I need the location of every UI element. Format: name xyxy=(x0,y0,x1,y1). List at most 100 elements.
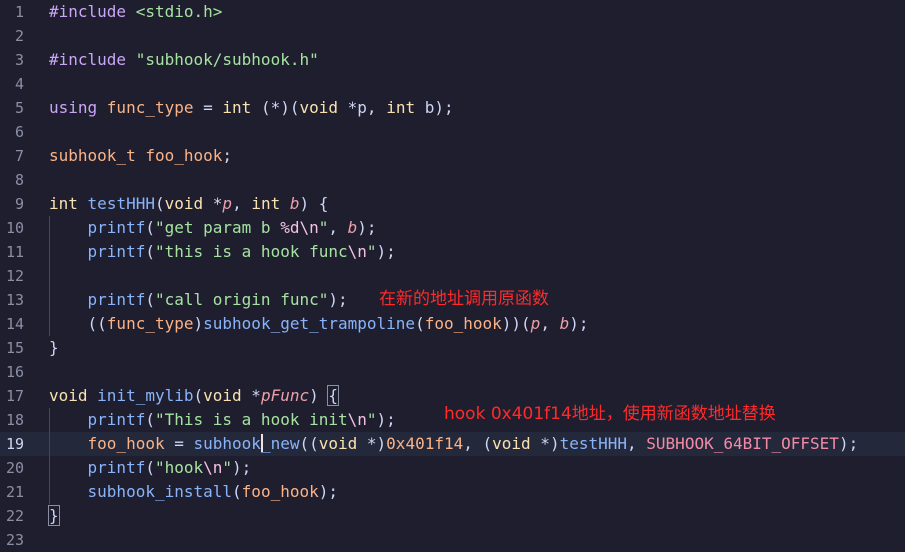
line-code: ((func_type)subhook_get_trampoline(foo_h… xyxy=(49,312,589,336)
code-token: 0x401f14 xyxy=(386,434,464,453)
code-token: p xyxy=(530,314,541,333)
line-number: 22 xyxy=(5,507,24,525)
line-number: 15 xyxy=(5,339,24,357)
line-number: 8 xyxy=(14,171,24,189)
code-token: b); xyxy=(415,98,454,117)
code-token: \n xyxy=(347,410,367,429)
code-token: subhook_install xyxy=(87,482,233,501)
code-token: ( xyxy=(154,194,165,213)
line-number: 19 xyxy=(5,435,24,453)
code-token: int xyxy=(222,98,252,117)
code-line[interactable]: 16 xyxy=(0,360,905,384)
code-token: ( xyxy=(145,410,155,429)
line-number: 21 xyxy=(5,483,24,501)
code-token: void xyxy=(299,98,339,117)
line-number: 13 xyxy=(5,291,24,309)
line-number: 3 xyxy=(14,51,24,69)
code-token: , ( xyxy=(463,434,493,453)
code-token: ); xyxy=(376,410,396,429)
code-token: _new xyxy=(260,434,300,453)
code-token: ( xyxy=(145,242,155,261)
code-token: init_mylib xyxy=(97,386,194,405)
code-line[interactable]: 8 xyxy=(0,168,905,192)
code-line[interactable]: 10 printf("get param b %d\n", b); xyxy=(0,216,905,240)
code-token: b xyxy=(347,218,358,237)
code-line[interactable]: 3 #include "subhook/subhook.h" xyxy=(0,48,905,72)
code-token: int xyxy=(251,194,281,213)
code-line[interactable]: 23 xyxy=(0,528,905,552)
code-token: "this is a hook func xyxy=(154,242,348,261)
line-number: 6 xyxy=(14,123,24,141)
code-token: ))( xyxy=(501,314,531,333)
code-token: SUBHOOK_64BIT_OFFSET xyxy=(646,434,839,453)
code-token: , xyxy=(232,194,252,213)
line-code: printf("get param b %d\n", b); xyxy=(49,216,377,240)
code-token: subhook xyxy=(193,434,261,453)
code-line[interactable]: 1 #include <stdio.h> xyxy=(0,0,905,24)
code-token: ; xyxy=(222,146,233,165)
code-token: testHHH xyxy=(87,194,155,213)
code-line[interactable]: 5 using func_type = int (*)(void *p, int … xyxy=(0,96,905,120)
code-token: printf xyxy=(87,410,146,429)
line-code: using func_type = int (*)(void *p, int b… xyxy=(49,96,454,120)
annotation-call-origin: 在新的地址调用原函数 xyxy=(379,289,549,309)
code-token: int xyxy=(49,194,78,213)
code-line[interactable]: 15} xyxy=(0,336,905,360)
code-token: void xyxy=(164,194,204,213)
code-token: "get param b xyxy=(154,218,281,237)
code-token: *) xyxy=(357,434,387,453)
code-token: printf xyxy=(87,218,146,237)
code-line[interactable]: 12 xyxy=(0,264,905,288)
code-line[interactable]: 20 printf("hook\n"); xyxy=(0,456,905,480)
code-line[interactable]: 22} xyxy=(0,504,905,528)
code-line[interactable]: 6 xyxy=(0,120,905,144)
line-number: 5 xyxy=(14,99,24,117)
code-token: printf xyxy=(87,458,146,477)
line-number: 17 xyxy=(5,387,24,405)
code-token: "hook xyxy=(154,458,204,477)
annotation-hook-address: hook 0x401f14地址，使用新函数地址替换 xyxy=(444,404,776,424)
line-code: printf("This is a hook init\n"); xyxy=(49,408,396,432)
code-token: "subhook/subhook.h" xyxy=(135,50,319,69)
code-token: ); xyxy=(569,314,589,333)
code-line[interactable]: 7 subhook_t foo_hook; xyxy=(0,144,905,168)
code-token: (( xyxy=(49,314,107,333)
code-line[interactable]: 21 subhook_install(foo_hook); xyxy=(0,480,905,504)
matched-bracket: } xyxy=(48,505,60,526)
code-token: printf xyxy=(87,290,146,309)
code-token: " xyxy=(366,242,377,261)
line-code: subhook_t foo_hook; xyxy=(49,144,232,168)
code-token: void xyxy=(492,434,531,453)
line-number: 20 xyxy=(5,459,24,477)
code-line[interactable]: 9 int testHHH(void *p, int b) { xyxy=(0,192,905,216)
code-token: , xyxy=(540,314,560,333)
code-token: ); xyxy=(232,458,252,477)
code-token: ( xyxy=(415,314,425,333)
line-number: 1 xyxy=(14,3,24,21)
code-token: ( xyxy=(145,218,155,237)
line-code: #include <stdio.h> xyxy=(49,0,222,24)
code-line[interactable]: 14 ((func_type)subhook_get_trampoline(fo… xyxy=(0,312,905,336)
code-token: ) { xyxy=(299,194,329,213)
code-token: foo_hook xyxy=(87,434,165,453)
code-token: p xyxy=(222,194,233,213)
matched-bracket: { xyxy=(327,385,339,406)
code-line[interactable]: 19 foo_hook = subhook_new((void *)0x401f… xyxy=(0,432,905,456)
code-line[interactable]: 2 xyxy=(0,24,905,48)
code-token: * xyxy=(203,194,223,213)
code-token: ) xyxy=(309,386,329,405)
line-code: printf("this is a hook func\n"); xyxy=(49,240,396,264)
line-number: 2 xyxy=(14,27,24,45)
code-token: ); xyxy=(318,482,338,501)
code-token: void xyxy=(49,386,88,405)
code-token: (( xyxy=(299,434,319,453)
code-line[interactable]: 11 printf("this is a hook func\n"); xyxy=(0,240,905,264)
code-token: (*)( xyxy=(251,98,300,117)
code-token: func_type xyxy=(106,98,194,117)
code-line[interactable]: 4 xyxy=(0,72,905,96)
code-editor[interactable]: 1 #include <stdio.h> 2 3 #include "subhook/s… xyxy=(0,0,905,549)
